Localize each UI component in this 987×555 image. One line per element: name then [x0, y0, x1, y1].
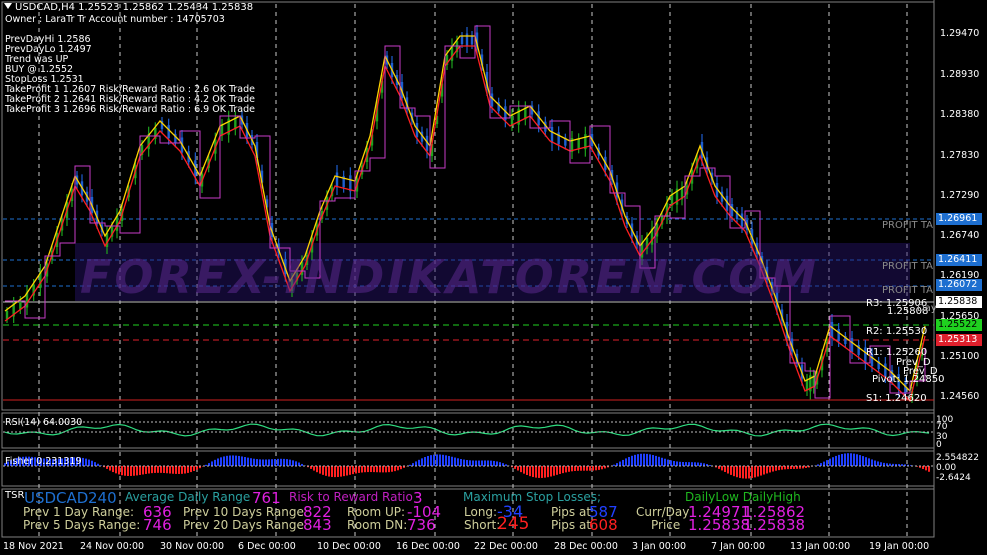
candle-body [349, 175, 352, 192]
date-tick: 22 Dec 00:00 [474, 541, 538, 552]
main-pane-frame [1, 1, 935, 411]
tsr-prev5-value: 746 [143, 516, 172, 534]
tsr-roomdn-value: 736 [407, 516, 436, 534]
date-tick: 6 Dec 00:00 [238, 541, 296, 552]
tsr-title: TSR [5, 490, 25, 501]
tsr-pips2-value: 608 [589, 516, 618, 534]
tsr-pips-label: Pips at [551, 505, 592, 519]
candle-body [220, 124, 224, 136]
tsr-prev1-label: Prev 1 Day Range: [23, 505, 135, 519]
date-tick: 3 Jan 00:00 [632, 541, 687, 552]
fisher-level: 2.554822 [936, 453, 979, 463]
dropdown-triangle-icon[interactable] [4, 3, 12, 9]
info-takeprofit-3: TakeProfit 3 1.2696 Risk/Reward Ratio : … [5, 104, 255, 115]
tsr-roomdn-label: Room DN: [347, 518, 408, 532]
candle-body [740, 213, 744, 227]
price-badge-tp1: 1.26072 [936, 279, 982, 291]
date-tick: 24 Nov 00:00 [80, 541, 145, 552]
info-owner: Owner : LaraTr Tr Account number : 14705… [5, 14, 225, 25]
tsr-currday-label: Curr/Day [636, 505, 690, 519]
pivot-s1-label: S1: 1.24620 [866, 393, 927, 404]
rsi-label: RSI(14) 64.0030 [5, 417, 83, 428]
candle-body [730, 204, 734, 216]
tsr-price-value-2: 1.25838 [743, 516, 806, 534]
tsr-prev10-label: Prev 10 Days Range [183, 505, 304, 519]
candle-body [167, 125, 170, 139]
watermark: FOREX-INDIKATOREN.COM [80, 250, 820, 304]
symbol-line: USDCAD,H4 1.25523 1.25862 1.25434 1.2583… [15, 2, 254, 13]
candle-body [550, 127, 554, 143]
fisher-label: Fisher 0.231319 [5, 456, 82, 467]
pivot-r2-label: R2: 1.25530 [866, 326, 928, 337]
price-tick: 1.27830 [940, 150, 980, 161]
candle-body [490, 93, 494, 107]
date-tick: 13 Jan 00:00 [790, 541, 851, 552]
tsr-pips2-label: Pips at [551, 518, 592, 532]
tsr-prev5-label: Prev 5 Days Range: [23, 518, 141, 532]
rsi-level: 0 [936, 440, 942, 450]
tsr-price-value: 1.25838 [688, 516, 751, 534]
candle-body [837, 329, 840, 341]
tsr-long-label: Long: [464, 505, 498, 519]
price-tick: 1.28380 [940, 109, 980, 120]
candle-body [470, 35, 474, 45]
candle-body [510, 114, 514, 126]
price-badge-tp2: 1.26411 [936, 254, 982, 266]
symbol-header: USDCAD,H4 1.25523 1.25862 1.25434 1.2583… [4, 2, 253, 13]
date-tick: 28 Dec 00:00 [554, 541, 618, 552]
profit-target-label: PROFIT TA [882, 261, 934, 272]
price-badge-tp3: 1.26961 [936, 213, 982, 225]
price-tick: 1.29470 [940, 28, 980, 39]
tsr-short-label: Short: [464, 518, 501, 532]
profit-target-label: PROFIT TA [882, 285, 934, 296]
tsr-dlh-label: DailyLow DailyHigh [685, 490, 801, 504]
candle-body [5, 311, 9, 319]
tsr-rr-label: Risk to Reward Ratio [289, 490, 413, 504]
candle-body [850, 338, 854, 352]
price-tick: 1.28930 [940, 69, 980, 80]
rsi-level: 70 [936, 422, 948, 432]
price-badge-stoploss: 1.25313 [936, 334, 982, 346]
fisher-level: -2.6424 [936, 473, 971, 483]
date-tick: 18 Nov 2021 [3, 541, 64, 552]
fisher-level: 0.00 [936, 463, 957, 473]
tsr-adr-label: Average Daily Range [125, 490, 251, 504]
date-tick: 16 Dec 00:00 [396, 541, 460, 552]
candle-body [335, 172, 339, 188]
date-tick: 30 Nov 00:00 [160, 541, 225, 552]
profit-target-label: PROFIT TA [882, 220, 934, 231]
candle-body [557, 132, 560, 145]
price-badge-current: 1.25838 [936, 296, 982, 308]
tsr-prev20-value: 843 [303, 516, 332, 534]
date-tick: 7 Jan 00:00 [711, 541, 766, 552]
tsr-short-value: 245 [497, 514, 530, 534]
candle-body [830, 322, 834, 338]
price-tick: 1.27290 [940, 190, 980, 201]
tsr-roomup-label: Room UP: [347, 505, 406, 519]
candle-body [577, 138, 580, 149]
pivot-label: Pivot: 1.24850 [872, 374, 945, 385]
date-tick: 10 Dec 00:00 [317, 541, 381, 552]
candle-body [805, 379, 809, 391]
candle-body [460, 36, 464, 44]
price-tick: 1.24560 [940, 391, 980, 402]
pivot-day-label: Day [917, 303, 937, 314]
tsr-price-label: Price [651, 518, 681, 532]
rsi-line [4, 423, 930, 437]
date-tick: 19 Jan 00:00 [869, 541, 930, 552]
tsr-prev20-label: Prev 20 Days Range [183, 518, 304, 532]
price-badge-buy: 1.25522 [936, 319, 982, 331]
price-tick: 1.25100 [940, 351, 980, 362]
tsr-msl-label: Maximum Stop Losses; [463, 490, 602, 504]
price-tick: 1.26740 [940, 230, 980, 241]
